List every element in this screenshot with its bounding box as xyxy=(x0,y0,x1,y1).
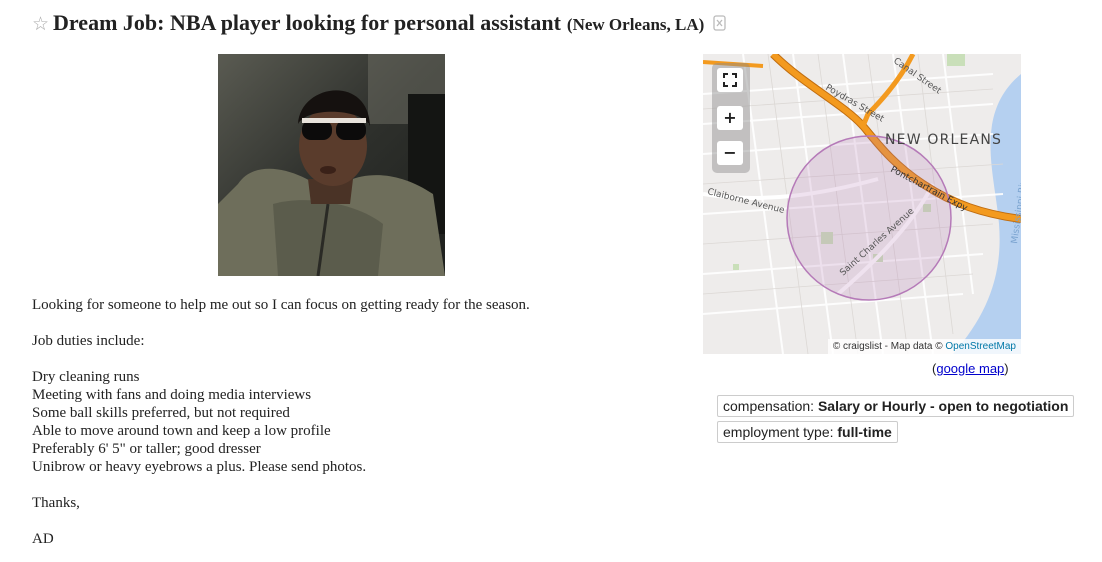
employment-type-label: employment type: xyxy=(723,424,834,440)
posting-location: (New Orleans, LA) xyxy=(566,15,705,34)
hide-posting-icon[interactable] xyxy=(713,15,726,31)
google-map-row: (google map) xyxy=(932,361,1009,376)
body-intro: Looking for someone to help me out so I … xyxy=(32,297,530,313)
favorite-star-icon[interactable]: ☆ xyxy=(32,13,49,36)
google-map-link[interactable]: google map xyxy=(936,361,1004,376)
attribution-text: © craigslist - Map data © xyxy=(832,341,943,352)
openstreetmap-link[interactable]: OpenStreetMap xyxy=(945,341,1016,352)
posting-photo[interactable] xyxy=(218,54,445,276)
map-city-label: NEW ORLEANS xyxy=(885,132,1003,148)
duty-item: Dry cleaning runs xyxy=(32,369,140,385)
compensation-attribute: compensation: Salary or Hourly - open to… xyxy=(717,395,1075,417)
map-tiles: Canal Street Poydras Street Pontchartrai… xyxy=(703,54,1021,354)
zoom-out-button[interactable]: − xyxy=(717,141,743,165)
duty-item: Unibrow or heavy eyebrows a plus. Please… xyxy=(32,459,367,475)
employment-type-attribute: employment type: full-time xyxy=(717,421,898,443)
fullscreen-icon[interactable] xyxy=(717,68,743,92)
compensation-label: compensation: xyxy=(723,398,815,414)
body-signature: AD xyxy=(32,531,54,547)
body-thanks: Thanks, xyxy=(32,495,80,511)
body-duties-heading: Job duties include: xyxy=(32,333,145,349)
paren-close: ) xyxy=(1004,361,1009,376)
location-map[interactable]: Canal Street Poydras Street Pontchartrai… xyxy=(703,54,1021,354)
duty-item: Preferably 6' 5" or taller; good dresser xyxy=(32,441,261,457)
duty-item: Able to move around town and keep a low … xyxy=(32,423,331,439)
zoom-in-button[interactable]: + xyxy=(717,106,743,130)
compensation-value: Salary or Hourly - open to negotiation xyxy=(817,398,1069,414)
posting-title: Dream Job: NBA player looking for person… xyxy=(53,10,561,35)
map-controls: + − xyxy=(712,63,750,173)
duty-item: Meeting with fans and doing media interv… xyxy=(32,387,312,403)
posting-body: Looking for someone to help me out so I … xyxy=(32,296,652,548)
employment-type-value: full-time xyxy=(837,424,892,440)
map-attribution: © craigslist - Map data © OpenStreetMap xyxy=(827,339,1021,354)
posting-title-row: ☆ Dream Job: NBA player looking for pers… xyxy=(32,10,726,40)
duty-item: Some ball skills preferred, but not requ… xyxy=(32,405,290,421)
